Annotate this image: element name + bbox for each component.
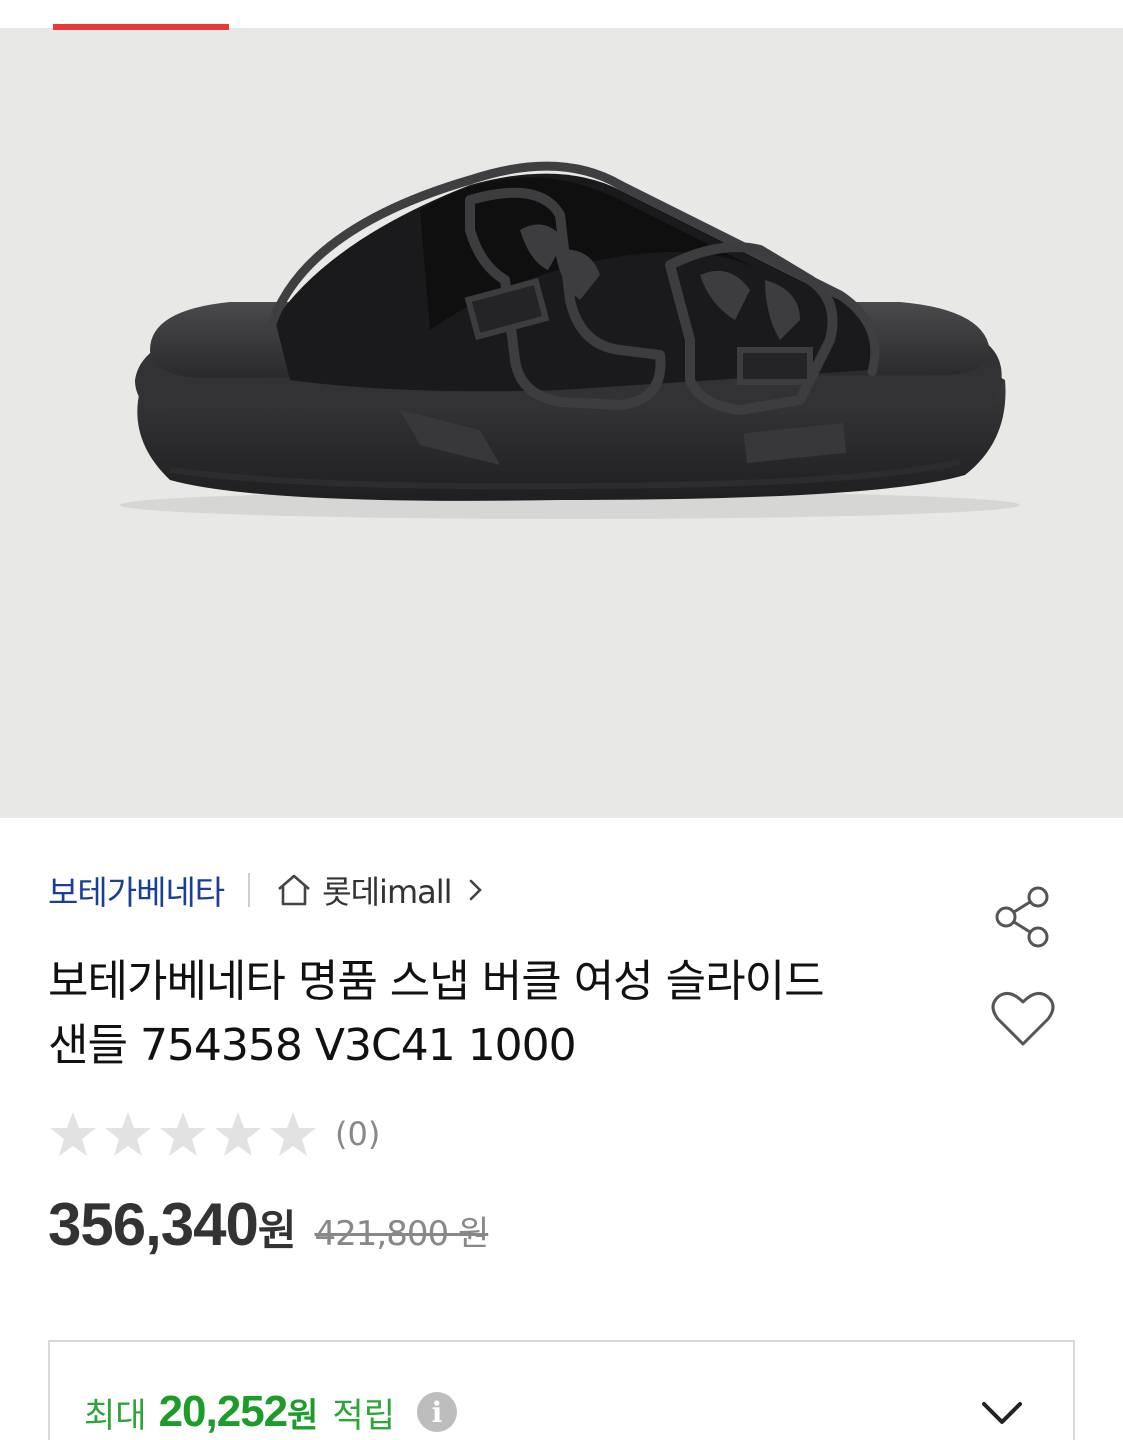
points-panel[interactable]: 최대 20,252 원 적립 i (48, 1340, 1075, 1440)
star-icon (50, 1112, 96, 1156)
product-title: 보테가베네타 명품 스냅 버클 여성 슬라이드 샌들 754358 V3C41 … (48, 950, 948, 1078)
product-title-line1: 보테가베네타 명품 스냅 버클 여성 슬라이드 (48, 956, 825, 1007)
points-label: 최대 (84, 1395, 147, 1436)
star-icon (160, 1112, 206, 1156)
sandal-illustration (120, 161, 1020, 519)
product-image[interactable] (0, 30, 1123, 818)
star-icon (105, 1112, 151, 1156)
brand-link[interactable]: 보테가베네타 (48, 866, 225, 914)
tab-bar (0, 0, 1123, 30)
store-name: 롯데imall (322, 873, 452, 911)
seller-row: 보테가베네타 롯데imall (48, 866, 486, 914)
points-amount: 20,252 (158, 1387, 289, 1436)
price-row: 356,340 원 421,800 원 (48, 1190, 490, 1266)
points-currency: 원 (287, 1395, 319, 1436)
store-link[interactable]: 롯데imall (274, 867, 485, 913)
sale-price: 356,340 (48, 1191, 259, 1258)
chevron-down-icon[interactable] (980, 1400, 1024, 1426)
points-summary: 최대 20,252 원 적립 i (84, 1382, 457, 1440)
star-icon (215, 1112, 261, 1156)
rating-row[interactable]: (0) (48, 1108, 380, 1160)
separator (248, 873, 251, 907)
original-price: 421,800 원 (314, 1214, 490, 1254)
points-suffix: 적립 (332, 1395, 395, 1436)
price-currency: 원 (257, 1206, 297, 1255)
share-icon[interactable] (990, 884, 1056, 950)
home-icon (278, 874, 311, 906)
review-count: (0) (335, 1115, 381, 1153)
info-icon[interactable]: i (416, 1392, 457, 1432)
heart-icon[interactable] (990, 988, 1056, 1050)
star-icon (270, 1112, 316, 1156)
chevron-right-icon (469, 879, 482, 901)
product-title-line2: 샌들 754358 V3C41 1000 (48, 1020, 577, 1071)
